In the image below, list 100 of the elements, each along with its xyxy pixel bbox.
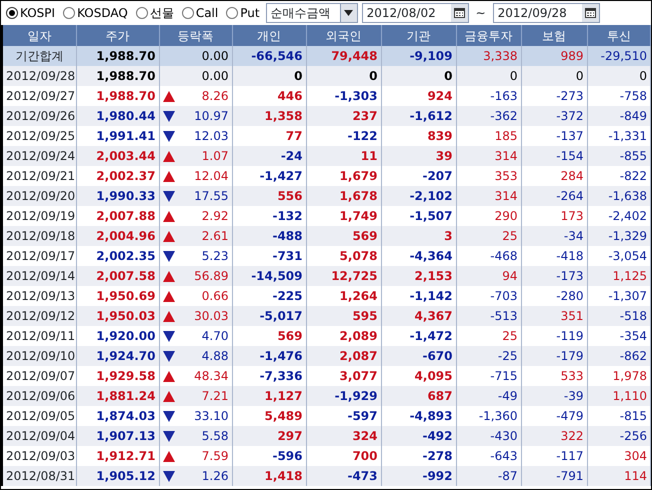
table-cell: -855 xyxy=(587,146,650,166)
table-cell-text: 12.04 xyxy=(194,168,228,185)
table-cell: 314 xyxy=(456,186,521,206)
table-cell: 322 xyxy=(521,426,587,446)
table-cell: 2012/09/12 xyxy=(2,306,76,326)
calendar-icon xyxy=(454,8,465,18)
table-cell: 1,905.12 xyxy=(76,466,159,486)
table-cell: 2012/09/10 xyxy=(2,346,76,366)
table-cell: 989 xyxy=(521,46,587,66)
measure-dropdown[interactable]: 순매수금액 xyxy=(266,3,358,23)
table-cell: 2012/09/28 xyxy=(2,66,76,86)
table-cell: -362 xyxy=(456,106,521,126)
table-cell: 3 xyxy=(381,226,456,246)
table-cell: -256 xyxy=(587,426,650,446)
market-radio[interactable]: Put xyxy=(224,4,262,22)
table-cell: -518 xyxy=(587,306,650,326)
column-header: 투신 xyxy=(587,25,650,46)
table-cell: -513 xyxy=(456,306,521,326)
table-cell-text: 30.03 xyxy=(194,308,228,325)
table-cell: -179 xyxy=(521,346,587,366)
table-cell: 2,007.58 xyxy=(76,266,159,286)
table-cell: 기간합계 xyxy=(2,46,76,66)
column-header: 일자 xyxy=(2,25,76,46)
table-cell-text: 0.00 xyxy=(202,68,228,85)
table-cell: -25 xyxy=(456,346,521,366)
table-cell-text: 1.07 xyxy=(202,148,228,165)
table-cell: 0 xyxy=(232,66,306,86)
table-cell: 79,448 xyxy=(306,46,381,66)
table-cell: 94 xyxy=(456,266,521,286)
table-cell-text: 0.66 xyxy=(202,288,228,305)
table-cell: 314 xyxy=(456,146,521,166)
table-cell: 2012/08/31 xyxy=(2,466,76,486)
table-cell: -14,509 xyxy=(232,266,306,286)
table-cell: -39 xyxy=(521,386,587,406)
table-cell: 2,004.96 xyxy=(76,226,159,246)
table-cell: 1,907.13 xyxy=(76,426,159,446)
table-cell-text: 4.88 xyxy=(202,348,228,365)
table-cell: 3,338 xyxy=(456,46,521,66)
table-cell: -87 xyxy=(456,466,521,486)
calendar-icon xyxy=(584,8,596,18)
table-cell: 2012/09/04 xyxy=(2,426,76,446)
table-cell: -154 xyxy=(521,146,587,166)
table-cell: 2012/09/14 xyxy=(2,266,76,286)
table-cell: -49 xyxy=(456,386,521,406)
date-field[interactable]: 2012/09/28 xyxy=(492,3,600,23)
table-cell: -488 xyxy=(232,226,306,246)
table-cell: 4,367 xyxy=(381,306,456,326)
table-cell: -1,612 xyxy=(381,106,456,126)
table-cell: -29,510 xyxy=(587,46,650,66)
column-header: 외국인 xyxy=(306,25,381,46)
table-cell: 1,988.70 xyxy=(76,66,159,86)
table-cell: 595 xyxy=(306,306,381,326)
table-cell: 0 xyxy=(587,66,650,86)
table-cell: -791 xyxy=(521,466,587,486)
market-radio[interactable]: 선물 xyxy=(134,4,176,22)
table-cell: 556 xyxy=(232,186,306,206)
table-cell-text: 10.97 xyxy=(194,108,228,125)
column-header: 등락폭 xyxy=(159,25,232,46)
table-cell: 1,881.24 xyxy=(76,386,159,406)
table-cell: 1,358 xyxy=(232,106,306,126)
table-cell-text: 7.59 xyxy=(202,448,228,465)
table-cell: -492 xyxy=(381,426,456,446)
table-cell: -9,109 xyxy=(381,46,456,66)
table-cell: 1,110 xyxy=(587,386,650,406)
table-cell-text: 8.26 xyxy=(202,88,228,105)
column-header: 금융투자 xyxy=(456,25,521,46)
table-cell: 1,127 xyxy=(232,386,306,406)
table-cell-text: 2.92 xyxy=(202,208,228,225)
column-header: 주가 xyxy=(76,25,159,46)
table-cell: 2012/09/24 xyxy=(2,146,76,166)
table-cell: 1,678 xyxy=(306,186,381,206)
market-radio[interactable]: KOSPI xyxy=(4,4,58,22)
table-cell: -1,329 xyxy=(587,226,650,246)
table-cell: -670 xyxy=(381,346,456,366)
column-header: 개인 xyxy=(232,25,306,46)
table-cell-text: 5.23 xyxy=(202,248,228,265)
table-cell: 25 xyxy=(456,226,521,246)
market-radio[interactable]: KOSDAQ xyxy=(61,4,130,22)
table-cell: 237 xyxy=(306,106,381,126)
table-cell: 1,980.44 xyxy=(76,106,159,126)
table-cell: 2,087 xyxy=(306,346,381,366)
table-cell: -473 xyxy=(306,466,381,486)
table-cell-text: 48.34 xyxy=(194,368,228,385)
table-cell: 0 xyxy=(456,66,521,86)
table-cell: 2,153 xyxy=(381,266,456,286)
table-cell: -1,638 xyxy=(587,186,650,206)
table-cell: 2012/09/26 xyxy=(2,106,76,126)
table-cell: 2012/09/06 xyxy=(2,386,76,406)
date-field[interactable]: 2012/08/02 xyxy=(362,3,469,23)
table-cell: -849 xyxy=(587,106,650,126)
market-radio[interactable]: Call xyxy=(180,4,220,22)
table-cell: 0 xyxy=(306,66,381,86)
table-cell: -264 xyxy=(521,186,587,206)
table-cell: 1,990.33 xyxy=(76,186,159,206)
table-cell-text: 7.21 xyxy=(202,388,228,405)
table-cell-text: 0.00 xyxy=(202,48,228,65)
table-cell: 1,125 xyxy=(587,266,650,286)
table-cell: -1,929 xyxy=(306,386,381,406)
table-cell: 2012/09/20 xyxy=(2,186,76,206)
table-cell: 1,988.70 xyxy=(76,46,159,66)
